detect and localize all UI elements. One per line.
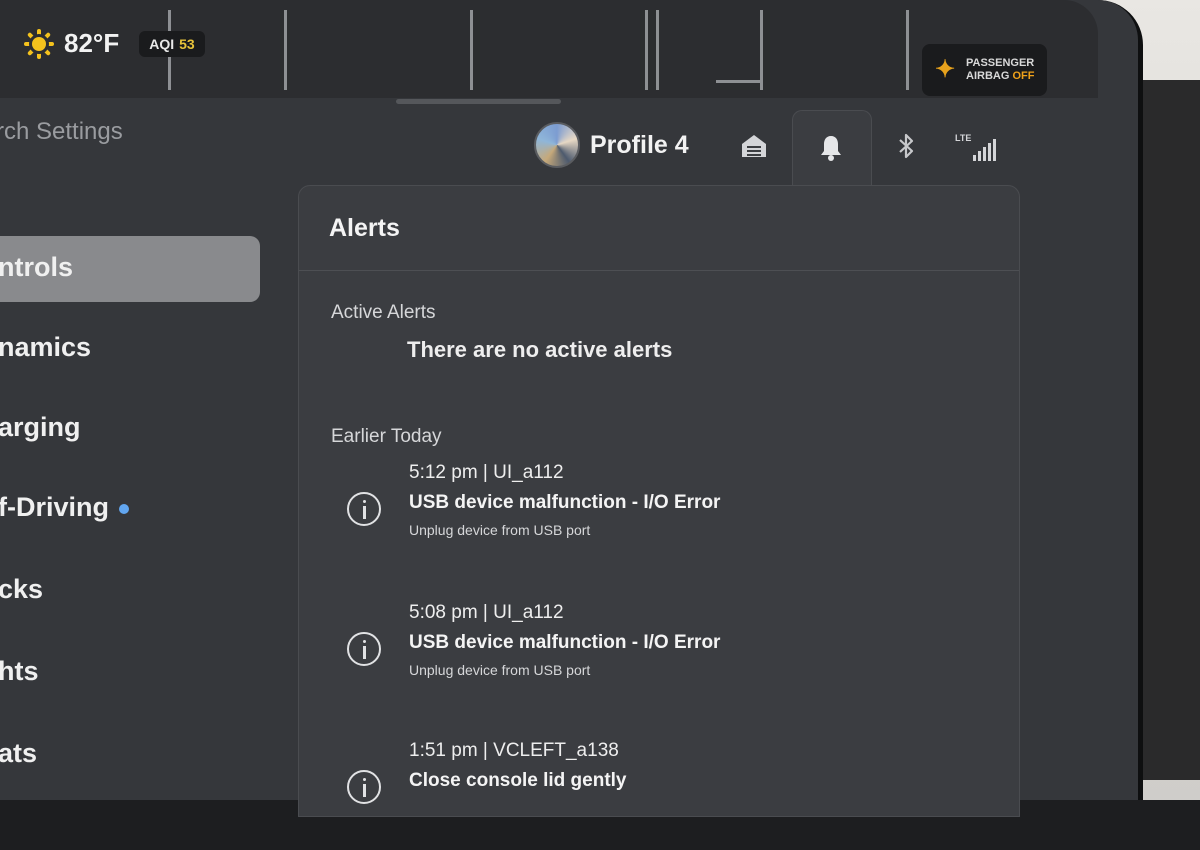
alert-title: USB device malfunction - I/O Error bbox=[409, 492, 721, 513]
aqi-value: 53 bbox=[179, 35, 195, 52]
airbag-word: AIRBAG bbox=[966, 70, 1010, 82]
touchscreen: 82°F AQI 53 ✦ PASSENGER AIRBAG OFF rch Se… bbox=[0, 0, 1138, 817]
sidebar-item-dynamics[interactable]: namics bbox=[0, 332, 91, 363]
map-road bbox=[716, 80, 760, 83]
weather-widget[interactable]: 82°F AQI 53 bbox=[24, 28, 205, 59]
airbag-icon: ✦ bbox=[934, 56, 956, 83]
earlier-today-heading: Earlier Today bbox=[331, 426, 442, 447]
passenger-airbag-indicator: ✦ PASSENGER AIRBAG OFF bbox=[922, 44, 1047, 96]
info-icon bbox=[347, 770, 381, 804]
tab-alerts[interactable] bbox=[792, 110, 872, 193]
aqi-label: AQI bbox=[149, 35, 175, 52]
sidebar-item-controls[interactable]: ntrols bbox=[0, 252, 73, 283]
alert-subtitle: Unplug device from USB port bbox=[409, 662, 591, 678]
map-road bbox=[656, 10, 659, 90]
map-road bbox=[760, 10, 763, 90]
alert-item[interactable]: 5:08 pm | UI_a112 USB device malfunction… bbox=[347, 602, 987, 712]
alert-title: Close console lid gently bbox=[409, 770, 627, 791]
sidebar-item-label: f-Driving bbox=[0, 492, 109, 522]
settings-sidebar: ntrols namics arging f-Driving cks hts a… bbox=[0, 200, 290, 800]
search-settings[interactable]: rch Settings bbox=[0, 118, 123, 146]
alert-subtitle: Unplug device from USB port bbox=[409, 522, 591, 538]
info-icon bbox=[347, 632, 381, 666]
divider bbox=[299, 270, 1019, 271]
profile-name: Profile 4 bbox=[590, 130, 689, 159]
alerts-panel: Alerts Active Alerts There are no active… bbox=[298, 185, 1020, 817]
info-icon bbox=[347, 492, 381, 526]
airbag-line1: PASSENGER bbox=[966, 57, 1035, 69]
garage-icon[interactable] bbox=[738, 130, 770, 162]
sidebar-item-charging[interactable]: arging bbox=[0, 412, 81, 443]
map-road bbox=[645, 10, 648, 90]
alert-time: 1:51 pm | VCLEFT_a138 bbox=[409, 740, 619, 761]
alert-time: 5:08 pm | UI_a112 bbox=[409, 602, 564, 623]
map-road bbox=[470, 10, 473, 90]
aqi-badge: AQI 53 bbox=[139, 30, 205, 57]
panel-title: Alerts bbox=[329, 214, 400, 242]
lte-label: LTE bbox=[955, 133, 972, 143]
drag-handle[interactable] bbox=[396, 99, 561, 104]
bluetooth-icon[interactable] bbox=[890, 130, 922, 162]
alert-title: USB device malfunction - I/O Error bbox=[409, 632, 721, 653]
alert-item[interactable]: 5:12 pm | UI_a112 USB device malfunction… bbox=[347, 462, 987, 572]
airbag-state: OFF bbox=[1012, 70, 1035, 82]
alert-item[interactable]: 1:51 pm | VCLEFT_a138 Close console lid … bbox=[347, 740, 987, 850]
bell-icon bbox=[821, 136, 841, 161]
map-road bbox=[906, 10, 909, 90]
lte-signal-icon[interactable]: LTE bbox=[955, 133, 999, 163]
map-strip[interactable]: 82°F AQI 53 ✦ PASSENGER AIRBAG OFF bbox=[0, 0, 1098, 98]
sidebar-item-lights[interactable]: hts bbox=[0, 656, 39, 687]
alert-time: 5:12 pm | UI_a112 bbox=[409, 462, 564, 483]
sidebar-item-self-driving[interactable]: f-Driving bbox=[0, 492, 129, 523]
profile-button[interactable]: Profile 4 bbox=[534, 122, 689, 168]
avatar bbox=[534, 122, 580, 168]
sidebar-item-locks[interactable]: cks bbox=[0, 574, 43, 605]
no-active-alerts-text: There are no active alerts bbox=[407, 337, 673, 362]
sidebar-item-seats[interactable]: ats bbox=[0, 738, 37, 769]
new-indicator-dot bbox=[119, 503, 129, 514]
map-road bbox=[284, 10, 287, 90]
temperature: 82°F bbox=[64, 28, 120, 58]
active-alerts-heading: Active Alerts bbox=[331, 302, 436, 323]
sun-icon bbox=[24, 28, 54, 59]
